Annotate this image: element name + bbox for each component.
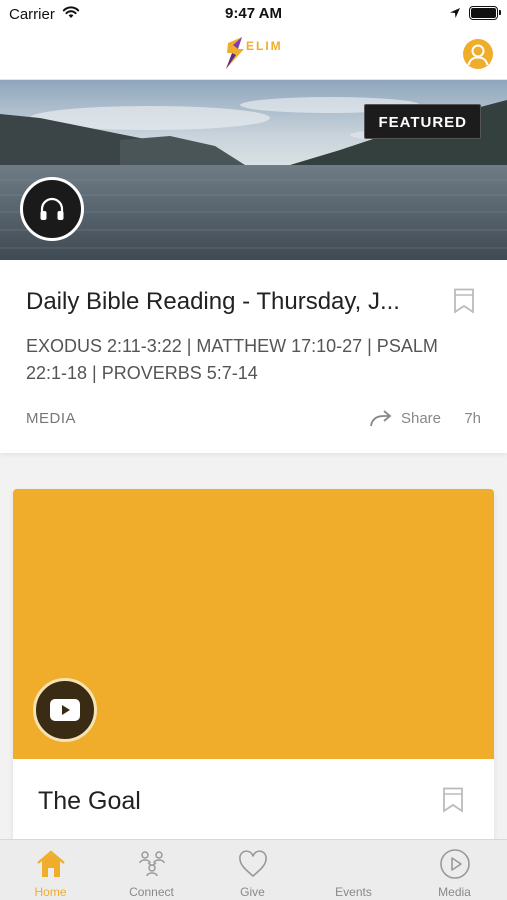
bookmark-icon[interactable] [442,787,464,813]
elim-logo-icon [224,35,248,76]
video-play-button[interactable] [33,678,97,742]
status-bar: Carrier 9:47 AM [0,0,507,30]
clock: 9:47 AM [225,5,282,22]
tab-give[interactable]: Give [202,840,303,900]
feed-card-featured[interactable]: FEATURED Daily Bible Reading - Thursday,… [0,80,507,453]
content-feed[interactable]: FEATURED Daily Bible Reading - Thursday,… [0,80,507,839]
tab-bar: Home Connect Give Events Media [0,839,507,900]
elim-logo[interactable]: ELIM [222,33,288,73]
calendar-icon [338,848,370,880]
feed-card[interactable]: The Goal [13,489,494,839]
tab-media[interactable]: Media [404,840,505,900]
tab-label: Home [34,885,67,899]
tab-connect[interactable]: Connect [101,840,202,900]
person-icon [467,44,489,66]
profile-button[interactable] [463,39,493,69]
tab-label: Events [335,885,372,899]
people-icon [136,848,168,880]
card-title[interactable]: The Goal [38,787,141,816]
battery-icon [469,6,501,20]
tab-label: Media [438,885,471,899]
tab-label: Connect [129,885,174,899]
home-icon [35,848,67,880]
headphones-icon [40,197,64,220]
header: ELIM [0,30,507,80]
share-button[interactable]: Share [369,408,441,428]
tab-events[interactable]: Events [303,840,404,900]
tab-home[interactable]: Home [0,840,101,900]
play-circle-icon [439,848,471,880]
share-label: Share [400,409,441,427]
post-age: 7h [464,410,481,427]
location-arrow-icon [449,6,461,23]
category-label: MEDIA [26,410,77,427]
audio-play-button[interactable] [20,177,84,241]
tab-label: Give [240,885,265,899]
share-arrow-icon [370,410,392,427]
logo-text: ELIM [246,39,283,53]
bookmark-icon[interactable] [453,288,475,314]
featured-badge: FEATURED [364,104,481,139]
heart-icon [237,848,269,880]
play-video-icon [50,699,80,721]
card-subtitle: EXODUS 2:11-3:22 | MATTHEW 17:10-27 | PS… [26,336,438,383]
card-title[interactable]: Daily Bible Reading - Thursday, J... [26,288,426,316]
